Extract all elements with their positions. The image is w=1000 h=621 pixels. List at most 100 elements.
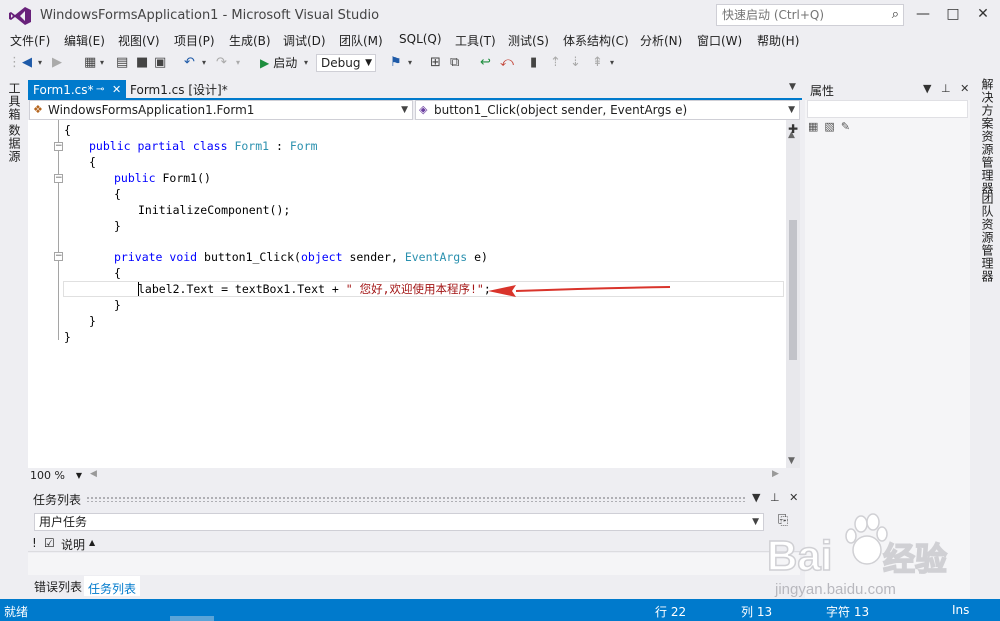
redo-dropdown-icon[interactable]: ▾ [236,53,240,73]
panel-options-icon[interactable]: ▼ [923,82,931,95]
solution-explorer-tab[interactable]: 解决方案资源管理器 [979,78,996,195]
toggle-breakpoint-icon[interactable]: ⤺ [500,53,514,73]
pin-icon[interactable]: ⊥ [770,491,780,504]
class-navigation-dropdown[interactable]: ❖ WindowsFormsApplication1.Form1 ▼ [29,100,413,120]
scroll-down-icon[interactable]: ▼ [788,456,795,466]
back-icon[interactable]: ◀ [22,53,32,73]
close-icon[interactable]: ✕ [789,491,798,504]
quick-launch-input[interactable] [717,5,877,25]
menu-test[interactable]: 测试(S) [508,32,549,49]
menu-view[interactable]: 视图(V) [118,32,160,49]
close-icon[interactable]: ✕ [960,82,969,95]
column-priority[interactable]: ! [32,536,37,550]
task-list-body[interactable] [28,553,800,575]
editor-vertical-scrollbar[interactable]: ▲ ▼ [786,120,800,468]
categorized-icon[interactable]: ▦ [808,120,818,133]
solution-config-dropdown[interactable]: Debug ▼ [316,54,376,72]
data-sources-tab[interactable]: 数据源 [6,124,23,163]
column-complete-icon[interactable]: ☑ [44,536,55,550]
menu-window[interactable]: 窗口(W) [697,32,742,49]
toolbar-options-icon[interactable]: ▾ [610,53,614,73]
quick-launch-box[interactable]: ⌕ [716,4,904,26]
clear-bookmarks-icon[interactable]: ⇞ [592,53,603,73]
tab-form1-cs[interactable]: Form1.cs* ⊸ ✕ [28,80,126,100]
alphabetical-icon[interactable]: ▧ [824,120,834,133]
maximize-button[interactable]: □ [938,2,968,26]
split-window-icon[interactable]: ✚ [788,122,798,136]
minimize-button[interactable]: — [908,2,938,26]
start-dropdown-icon[interactable]: ▾ [304,53,308,73]
menu-tools[interactable]: 工具(T) [455,32,496,49]
menu-architecture[interactable]: 体系结构(C) [563,32,629,49]
pin-icon[interactable]: ⊥ [941,82,951,95]
redo-icon[interactable]: ↷ [216,53,227,73]
properties-object-dropdown[interactable] [807,100,968,118]
attach-dropdown-icon[interactable]: ▾ [408,53,412,73]
team-explorer-tab[interactable]: 团队资源管理器 [979,192,996,283]
menu-sql[interactable]: SQL(Q) [399,32,442,46]
start-debugging-button[interactable]: ▶ 启动 [260,53,297,73]
paw-icon [845,513,888,565]
prev-bookmark-icon[interactable]: ⇡ [550,53,561,73]
task-filter-dropdown[interactable]: 用户任务 ▼ [34,513,764,531]
toolbar-grip-icon: ⋮ [8,55,21,70]
indicator-margin[interactable] [28,120,44,468]
member-navigation-dropdown[interactable]: ◈ button1_Click(object sender, EventArgs… [415,100,800,120]
next-bookmark-icon[interactable]: ⇣ [570,53,581,73]
new-project-icon[interactable]: ▦ [84,53,96,73]
code-editor[interactable]: − − − { public partial class Form1 : For… [28,120,786,468]
properties-toolbar: ▦ ▧ ✎ [808,120,856,133]
method-icon: ◈ [419,103,428,116]
tab-error-list[interactable]: 错误列表 [34,578,82,595]
search-icon[interactable]: ⌕ [892,7,899,22]
menu-analyze[interactable]: 分析(N) [640,32,682,49]
step-icon[interactable]: ↩ [480,53,491,73]
zoom-level-dropdown[interactable]: 100 % ▼ [30,468,84,484]
menu-file[interactable]: 文件(F) [10,32,50,49]
close-window-button[interactable]: ✕ [968,2,998,26]
save-all-icon[interactable]: ▣ [154,53,166,73]
tab-overflow-icon[interactable]: ▼ [789,82,796,92]
status-ins: Ins [952,603,970,617]
column-description[interactable]: 说明 [61,536,85,553]
scroll-right-icon[interactable]: ▶ [772,469,779,479]
toolbox-tab[interactable]: 工具箱 [6,82,23,121]
menu-project[interactable]: 项目(P) [174,32,215,49]
panel-options-icon[interactable]: ▼ [752,491,760,504]
class-icon: ❖ [33,103,43,116]
svg-text:经验: 经验 [883,541,947,577]
menu-build[interactable]: 生成(B) [229,32,271,49]
close-icon[interactable]: ✕ [112,80,121,100]
property-pages-icon[interactable]: ✎ [841,120,850,133]
attach-icon[interactable]: ⚑ [390,53,402,73]
new-project-dropdown-icon[interactable]: ▾ [100,53,104,73]
bookmark-icon[interactable]: ▮ [530,53,537,73]
menu-edit[interactable]: 编辑(E) [64,32,105,49]
zoom-level-value: 100 % [30,469,65,482]
scroll-left-icon[interactable]: ◀ [90,469,97,479]
tab-task-list[interactable]: 任务列表 [84,576,141,596]
scrollbar-thumb[interactable] [789,220,797,360]
code-line-3: { [89,155,96,169]
back-dropdown-icon[interactable]: ▾ [38,53,42,73]
open-file-icon[interactable]: ▤ [116,53,128,73]
window-title: WindowsFormsApplication1 - Microsoft Vis… [40,8,380,23]
collapse-constructor-icon[interactable]: − [54,174,63,183]
tab-form1-design[interactable]: Form1.cs [设计]* [130,80,228,100]
pin-icon[interactable]: ⊸ [96,80,104,100]
collapse-method-icon[interactable]: − [54,252,63,261]
forward-icon[interactable]: ▶ [52,53,62,73]
find-in-files-icon[interactable]: ⊞ [430,53,441,73]
undo-dropdown-icon[interactable]: ▾ [202,53,206,73]
save-icon[interactable]: ■ [136,53,148,73]
menu-debug[interactable]: 调试(D) [283,32,326,49]
properties-title: 属性 [810,84,835,98]
menu-help[interactable]: 帮助(H) [757,32,799,49]
properties-controls: ▼ ⊥ ✕ [923,82,969,95]
solution-explorer-icon[interactable]: ⧉ [450,53,459,73]
panel-drag-grip[interactable] [86,496,746,502]
collapse-class-icon[interactable]: − [54,142,63,151]
menu-team[interactable]: 团队(M) [339,32,383,49]
status-char: 字符 13 [826,605,870,619]
undo-icon[interactable]: ↶ [184,53,195,73]
